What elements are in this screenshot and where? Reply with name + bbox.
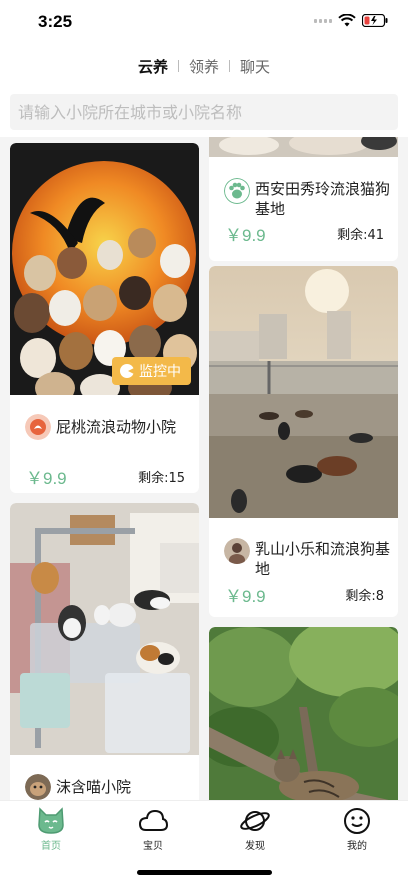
tab-adopt[interactable]: 领养 [179,56,229,77]
shelter-feed[interactable]: 监控中 屁桃流浪动物小院 ￥9.9 剩余:15 沫含喵小院 西安田秀玲流浪猫狗基… [0,137,408,800]
status-time: 3:25 [38,12,73,31]
tabbar-discover[interactable]: 发现 [225,807,285,852]
remaining-count: 剩余:15 [138,471,185,486]
shelter-card[interactable]: 沫含喵小院 [10,503,199,800]
planet-icon [240,811,270,831]
monitoring-label: 监控中 [139,364,181,380]
shelter-photo [209,137,398,157]
remaining-count: 剩余:41 [337,228,384,243]
status-icons [314,14,388,27]
price: ￥9.9 [225,587,266,606]
tabbar-mine[interactable]: 我的 [327,807,387,852]
shelter-title: 乳山小乐和流浪狗基地 [255,540,391,578]
tabbar-home-label: 首页 [41,841,61,852]
shelter-avatar [25,774,51,800]
signal-icon [314,18,332,23]
top-tabs: 云养 领养 聊天 [0,54,408,78]
cloud-icon [138,809,168,831]
shelter-title: 屁桃流浪动物小院 [56,418,177,436]
status-bar: 3:25 [0,0,408,44]
shelter-card[interactable]: 西安田秀玲流浪猫狗基地 ￥9.9 剩余:41 [209,137,398,261]
bottom-tab-bar: 首页 宝贝 发现 我的 [0,800,408,883]
monitoring-badge: 监控中 [112,357,191,385]
price: ￥9.9 [225,226,266,245]
shelter-title: 西安田秀玲流浪猫狗基地 [255,180,391,218]
search-input[interactable] [10,94,398,130]
shelter-photo [209,266,398,518]
battery-icon [362,14,388,27]
shelter-avatar [224,538,250,564]
monitor-icon [120,364,134,378]
tabbar-discover-label: 发现 [245,841,265,852]
tabbar-pets[interactable]: 宝贝 [123,807,183,852]
tabbar-pets-label: 宝贝 [143,841,163,852]
price: ￥9.9 [26,469,67,488]
home-indicator [137,870,272,875]
tabbar-mine-label: 我的 [347,841,367,852]
smiley-icon [344,808,370,834]
shelter-card[interactable] [209,627,398,800]
cat-face-icon [38,807,64,834]
shelter-title: 沫含喵小院 [56,778,132,796]
shelter-photo [10,503,199,755]
tab-cloud-raise[interactable]: 云养 [128,56,178,77]
shelter-card[interactable]: 乳山小乐和流浪狗基地 ￥9.9 剩余:8 [209,266,398,617]
shelter-card[interactable]: 监控中 屁桃流浪动物小院 ￥9.9 剩余:15 [10,143,199,493]
tab-chat[interactable]: 聊天 [230,56,280,77]
tabbar-home[interactable]: 首页 [21,807,81,852]
remaining-count: 剩余:8 [345,589,384,604]
shelter-avatar [224,178,250,204]
shelter-photo [209,627,398,800]
wifi-icon [338,14,356,27]
shelter-avatar [25,414,51,440]
